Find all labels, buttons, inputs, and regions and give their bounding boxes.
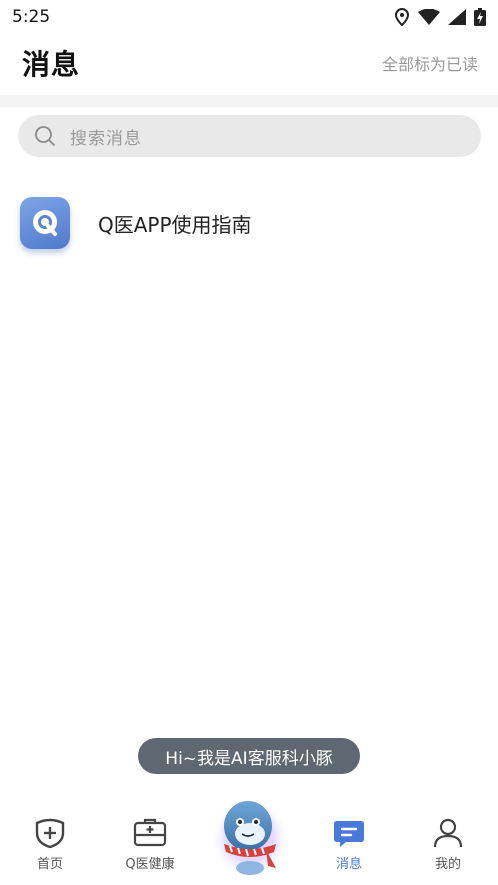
status-bar: 5:25 bbox=[0, 0, 498, 34]
nav-label-home: 首页 bbox=[36, 857, 63, 872]
nav-label-profile: 我的 bbox=[434, 857, 461, 872]
status-time: 5:25 bbox=[12, 7, 51, 27]
status-icons bbox=[394, 8, 486, 26]
header-divider bbox=[0, 95, 498, 107]
page-title: 消息 bbox=[22, 48, 81, 81]
wifi-icon bbox=[418, 9, 440, 25]
nav-label-messages: 消息 bbox=[335, 857, 362, 872]
search-placeholder: 搜索消息 bbox=[70, 128, 142, 149]
mark-all-read-button[interactable]: 全部标为已读 bbox=[382, 51, 478, 75]
search-input[interactable]: 搜索消息 bbox=[18, 115, 481, 157]
message-bubble-icon bbox=[334, 821, 364, 847]
message-list-item[interactable]: Q医APP使用指南 bbox=[0, 190, 498, 256]
nav-item-profile[interactable]: 我的 bbox=[408, 817, 488, 879]
home-shield-icon bbox=[35, 818, 65, 849]
header: 消息 全部标为已读 bbox=[0, 34, 498, 92]
medical-kit-icon bbox=[133, 818, 167, 847]
location-icon bbox=[394, 8, 410, 26]
nav-label-health: Q医健康 bbox=[125, 857, 175, 872]
search-icon bbox=[35, 126, 55, 146]
nav-item-health[interactable]: Q医健康 bbox=[110, 817, 190, 879]
signal-icon bbox=[448, 9, 466, 25]
ai-assistant-toast: Hi~我是AI客服科小豚 bbox=[138, 738, 360, 774]
message-title: Q医APP使用指南 bbox=[98, 212, 252, 237]
q-doctor-app-icon bbox=[20, 197, 70, 249]
battery-charging-icon bbox=[474, 8, 486, 26]
ai-mascot-dolphin bbox=[210, 798, 290, 878]
nav-item-messages[interactable]: 消息 bbox=[309, 817, 389, 879]
person-icon bbox=[433, 818, 463, 848]
messages-screen: 5:25 消息 全部标为已读 搜索消息 Q医APP使用指南 Hi~我是AI客服科… bbox=[0, 0, 498, 885]
ai-mascot-button[interactable] bbox=[210, 792, 290, 880]
nav-item-home[interactable]: 首页 bbox=[10, 817, 90, 879]
